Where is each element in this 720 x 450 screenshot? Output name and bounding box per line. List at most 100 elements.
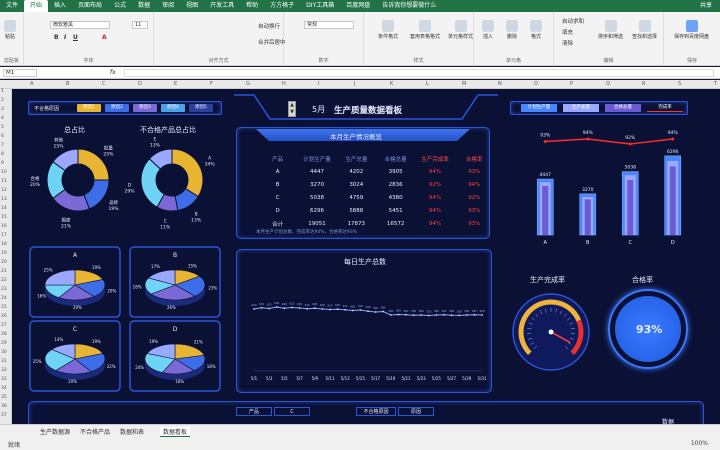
column-header[interactable]: R bbox=[642, 81, 645, 87]
sheet-tab[interactable]: 数据和表 bbox=[120, 427, 144, 436]
column-header[interactable]: T bbox=[714, 81, 717, 87]
name-box[interactable]: M1 bbox=[3, 69, 37, 77]
row-header[interactable]: 5 bbox=[1, 125, 4, 130]
row-header[interactable]: 29 bbox=[1, 341, 7, 346]
delete-cells-button[interactable]: 删除 bbox=[506, 20, 518, 40]
reason-chip[interactable]: 原因3 bbox=[133, 104, 157, 112]
italic-button[interactable]: I bbox=[64, 34, 66, 41]
row-header[interactable]: 13 bbox=[1, 197, 7, 202]
row-header[interactable]: 27 bbox=[1, 323, 7, 328]
ribbon-tab[interactable]: 公式 bbox=[108, 0, 132, 12]
row-header[interactable]: 34 bbox=[1, 386, 7, 391]
share-button[interactable]: 共享 bbox=[700, 0, 712, 12]
column-header[interactable]: A bbox=[30, 81, 33, 87]
column-header[interactable]: G bbox=[246, 81, 250, 87]
row-header[interactable]: 35 bbox=[1, 395, 7, 400]
month-spinner[interactable]: ▲ ▼ bbox=[288, 101, 296, 117]
table-format-button[interactable]: 套用表格格式 bbox=[410, 20, 440, 40]
ribbon-tab[interactable]: 数据 bbox=[132, 0, 156, 12]
row-header[interactable]: 3 bbox=[1, 107, 4, 112]
column-header[interactable]: O bbox=[534, 81, 538, 87]
column-header[interactable]: L bbox=[426, 81, 429, 87]
row-header[interactable]: 31 bbox=[1, 359, 7, 364]
row-header[interactable]: 22 bbox=[1, 278, 7, 283]
row-header[interactable]: 33 bbox=[1, 377, 7, 382]
insert-cells-button[interactable]: 插入 bbox=[482, 20, 494, 40]
column-header[interactable]: C bbox=[102, 81, 106, 87]
reason-chip[interactable]: 原因2 bbox=[105, 104, 129, 112]
bottom-filter-chip[interactable]: C bbox=[274, 407, 310, 416]
row-header[interactable]: 8 bbox=[1, 152, 4, 157]
ribbon-tab[interactable]: 告诉我你想要做什么 bbox=[376, 0, 442, 12]
wrap-text-button[interactable]: 自动换行 bbox=[258, 22, 280, 30]
column-header[interactable]: P bbox=[570, 81, 573, 87]
ribbon-tab[interactable]: 审阅 bbox=[156, 0, 180, 12]
font-size-select[interactable]: 11 bbox=[132, 21, 148, 29]
reason-chip[interactable]: 原因5 bbox=[189, 104, 213, 112]
find-select-button[interactable]: 查找和选择 bbox=[632, 20, 657, 40]
ribbon-tab[interactable]: 百度网盘 bbox=[340, 0, 376, 12]
row-header[interactable]: 6 bbox=[1, 134, 4, 139]
ribbon-tab[interactable]: 方方格子 bbox=[264, 0, 300, 12]
row-header[interactable]: 9 bbox=[1, 161, 4, 166]
row-header[interactable]: 23 bbox=[1, 287, 7, 292]
row-header[interactable]: 12 bbox=[1, 188, 7, 193]
clear-button[interactable]: 清除 bbox=[562, 39, 573, 47]
row-header[interactable]: 28 bbox=[1, 332, 7, 337]
bold-button[interactable]: B bbox=[54, 34, 59, 41]
column-header[interactable]: D bbox=[138, 81, 142, 87]
fx-icon[interactable]: fx bbox=[110, 69, 116, 76]
bottom-filter-chip[interactable]: 不合格原因 bbox=[356, 407, 396, 416]
row-header[interactable]: 26 bbox=[1, 314, 7, 319]
ribbon-tab[interactable]: 插入 bbox=[48, 0, 72, 12]
sheet-tab[interactable]: 不合格产品 bbox=[80, 427, 110, 436]
row-header[interactable]: 2 bbox=[1, 98, 4, 103]
column-header[interactable]: H bbox=[282, 81, 286, 87]
cell-style-button[interactable]: 单元格样式 bbox=[448, 20, 473, 40]
row-header[interactable]: 14 bbox=[1, 206, 7, 211]
row-header[interactable]: 4 bbox=[1, 116, 4, 121]
row-header[interactable]: 36 bbox=[1, 404, 7, 409]
row-header[interactable]: 30 bbox=[1, 350, 7, 355]
reason-chip[interactable]: 原因1 bbox=[77, 104, 101, 112]
ribbon-tab[interactable]: 文件 bbox=[0, 0, 24, 12]
font-name-select[interactable]: 微软雅黑 bbox=[50, 21, 110, 29]
sheet-tab[interactable]: 生产数据源 bbox=[40, 427, 70, 436]
merge-center-button[interactable]: 合并后居中 bbox=[258, 38, 286, 46]
row-header[interactable]: 10 bbox=[1, 170, 7, 175]
row-header[interactable]: 24 bbox=[1, 296, 7, 301]
ribbon-tab[interactable]: 视图 bbox=[180, 0, 204, 12]
save-cloud-button[interactable]: 保存到百度网盘 bbox=[674, 20, 709, 40]
row-header[interactable]: 37 bbox=[1, 413, 7, 418]
format-cells-button[interactable]: 格式 bbox=[530, 20, 542, 40]
column-header[interactable]: J bbox=[354, 81, 355, 87]
ribbon-tab[interactable]: 页面布局 bbox=[72, 0, 108, 12]
row-header[interactable]: 11 bbox=[1, 179, 7, 184]
row-header[interactable]: 15 bbox=[1, 215, 7, 220]
number-format-select[interactable]: 常规 bbox=[304, 21, 354, 29]
row-header[interactable]: 19 bbox=[1, 251, 7, 256]
column-header[interactable]: M bbox=[462, 81, 466, 87]
column-header[interactable]: N bbox=[498, 81, 502, 87]
row-header[interactable]: 7 bbox=[1, 143, 4, 148]
row-header[interactable]: 16 bbox=[1, 224, 7, 229]
formula-input[interactable] bbox=[124, 69, 714, 77]
column-header[interactable]: K bbox=[390, 81, 393, 87]
reason-chip[interactable]: 原因4 bbox=[161, 104, 185, 112]
row-header[interactable]: 17 bbox=[1, 233, 7, 238]
column-header[interactable]: Q bbox=[606, 81, 610, 87]
zoom-level[interactable]: 100% bbox=[691, 440, 708, 447]
bottom-filter-chip[interactable]: 产品 bbox=[236, 407, 272, 416]
ribbon-tab[interactable]: DIY工具箱 bbox=[300, 0, 340, 12]
row-header[interactable]: 20 bbox=[1, 260, 7, 265]
fill-button[interactable]: 填充 bbox=[562, 28, 573, 36]
ribbon-tab[interactable]: 帮助 bbox=[240, 0, 264, 12]
row-header[interactable]: 18 bbox=[1, 242, 7, 247]
column-header[interactable]: S bbox=[678, 81, 681, 87]
column-header[interactable]: I bbox=[318, 81, 319, 87]
bottom-filter-chip[interactable]: 原因 bbox=[398, 407, 434, 416]
column-header[interactable]: B bbox=[66, 81, 69, 87]
underline-button[interactable]: U bbox=[73, 34, 78, 41]
conditional-format-button[interactable]: 条件格式 bbox=[378, 20, 398, 40]
row-header[interactable]: 25 bbox=[1, 305, 7, 310]
